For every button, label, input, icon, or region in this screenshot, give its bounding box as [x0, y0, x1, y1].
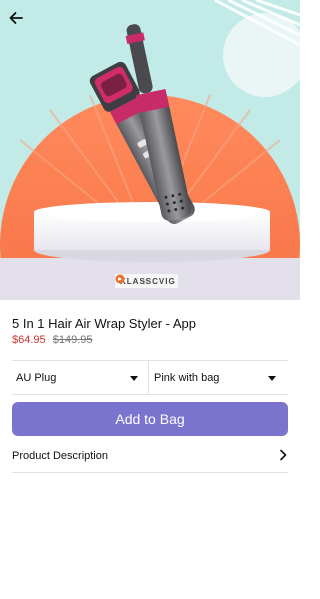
plug-select-value: AU Plug	[16, 372, 57, 384]
divider	[148, 360, 149, 394]
divider	[12, 472, 288, 473]
brand-watermark: KLASSCVIG	[115, 274, 178, 288]
divider	[12, 394, 288, 395]
chevron-right-icon	[278, 449, 288, 464]
divider	[12, 360, 288, 361]
back-button[interactable]	[8, 10, 36, 38]
product-image-carousel[interactable]: KLASSCVIG	[0, 0, 300, 300]
price-row: $64.95 $149.95	[12, 334, 92, 346]
add-to-bag-button[interactable]: Add to Bag	[12, 402, 288, 436]
color-select-value: Pink with bag	[154, 372, 220, 384]
dropdown-caret-icon	[130, 375, 138, 381]
color-select[interactable]: Pink with bag	[150, 366, 284, 390]
product-title: 5 In 1 Hair Air Wrap Styler - App	[12, 316, 196, 331]
product-description-label: Product Description	[12, 450, 108, 462]
product-image	[0, 0, 300, 300]
product-description-row[interactable]: Product Description	[12, 446, 288, 466]
plug-select[interactable]: AU Plug	[12, 366, 146, 390]
compare-at-price: $149.95	[52, 334, 93, 346]
dropdown-caret-icon	[268, 375, 276, 381]
sale-price: $64.95	[12, 334, 46, 346]
brand-text: KLASSCVIG	[120, 276, 176, 286]
